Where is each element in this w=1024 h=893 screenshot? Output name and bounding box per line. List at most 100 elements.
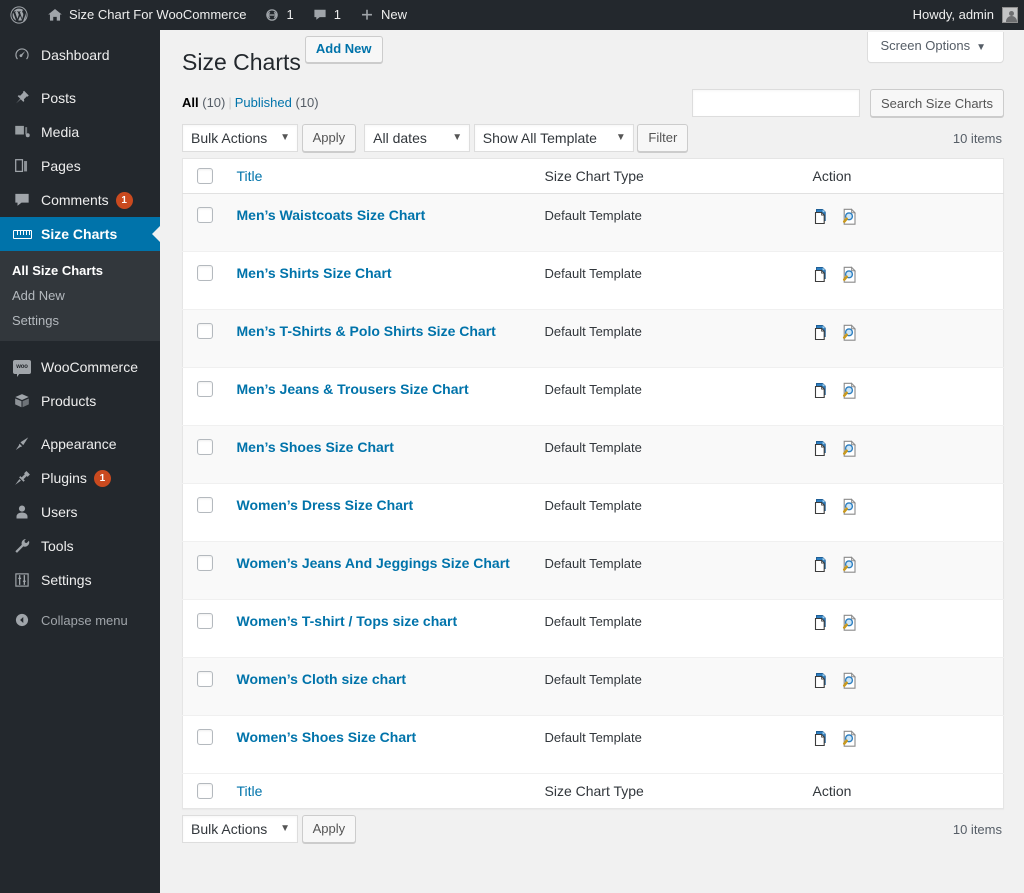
sidebar-item-pages[interactable]: Pages [0, 149, 160, 183]
row-checkbox[interactable] [197, 497, 213, 514]
duplicate-document-icon[interactable] [813, 497, 833, 517]
row-title-link[interactable]: Men’s Jeans & Trousers Size Chart [237, 380, 469, 399]
view-published-count: (10) [295, 95, 319, 110]
sidebar-item-tools[interactable]: Tools [0, 529, 160, 563]
collapse-arrow-icon [12, 612, 32, 628]
column-header-title-label[interactable]: Title [237, 168, 263, 184]
preview-document-icon[interactable] [840, 207, 860, 227]
row-checkbox[interactable] [197, 613, 213, 630]
row-checkbox[interactable] [197, 439, 213, 456]
template-filter-select[interactable]: Show All Template ▼ [473, 124, 634, 152]
row-title-link[interactable]: Women’s Cloth size chart [237, 670, 407, 689]
page-title: Size Charts [182, 49, 301, 75]
row-title-link[interactable]: Women’s T-shirt / Tops size chart [237, 612, 458, 631]
duplicate-document-icon[interactable] [813, 613, 833, 633]
updates-menu[interactable]: 1 [255, 0, 302, 30]
row-checkbox[interactable] [197, 207, 213, 224]
preview-document-icon[interactable] [840, 613, 860, 633]
submenu-item-add-new[interactable]: Add New [0, 283, 160, 308]
row-checkbox[interactable] [197, 729, 213, 746]
submenu-item-settings[interactable]: Settings [0, 308, 160, 333]
preview-document-icon[interactable] [840, 265, 860, 285]
filter-button[interactable]: Filter [637, 124, 689, 152]
sidebar-item-label: Plugins [41, 470, 87, 486]
row-title-cell: Women’s Jeans And Jeggings Size Chart [226, 541, 535, 601]
row-checkbox[interactable] [197, 265, 213, 282]
search-input[interactable] [692, 89, 861, 117]
apply-button-top[interactable]: Apply [301, 124, 357, 152]
duplicate-document-icon[interactable] [813, 729, 833, 749]
row-checkbox[interactable] [197, 381, 213, 398]
view-all-link[interactable]: All [182, 95, 199, 110]
preview-document-icon[interactable] [840, 729, 860, 749]
duplicate-document-icon[interactable] [813, 555, 833, 575]
view-published[interactable]: Published (10) [235, 95, 319, 110]
submenu-item-all-size-charts[interactable]: All Size Charts [0, 258, 160, 283]
collapse-menu-button[interactable]: Collapse menu [0, 603, 160, 637]
sidebar-item-dashboard[interactable]: Dashboard [0, 38, 160, 72]
paintbrush-icon [12, 434, 32, 454]
bulk-actions-group-top: Bulk Actions ▼ Apply [182, 124, 357, 152]
duplicate-document-icon[interactable] [813, 265, 833, 285]
sidebar-item-users[interactable]: Users [0, 495, 160, 529]
comments-menu[interactable]: 1 [303, 0, 350, 30]
row-title-link[interactable]: Women’s Jeans And Jeggings Size Chart [237, 554, 510, 573]
apply-button-bottom[interactable]: Apply [301, 815, 357, 844]
my-account-menu[interactable]: Howdy, admin [904, 0, 1024, 30]
row-title-link[interactable]: Women’s Dress Size Chart [237, 496, 414, 515]
row-checkbox[interactable] [197, 323, 213, 340]
duplicate-document-icon[interactable] [813, 381, 833, 401]
preview-document-icon[interactable] [840, 555, 860, 575]
search-submit-button[interactable]: Search Size Charts [870, 89, 1004, 117]
row-action-icons [813, 438, 994, 459]
duplicate-document-icon[interactable] [813, 207, 833, 227]
date-filter-select[interactable]: All dates ▼ [364, 124, 471, 152]
preview-document-icon[interactable] [840, 497, 860, 517]
row-action-icons [813, 496, 994, 517]
site-name-menu[interactable]: Size Chart For WooCommerce [38, 0, 255, 30]
sidebar-item-label: Comments [41, 192, 109, 208]
plus-icon [359, 7, 375, 23]
row-title-link[interactable]: Men’s T-Shirts & Polo Shirts Size Chart [237, 322, 496, 341]
row-title-link[interactable]: Men’s Shirts Size Chart [237, 264, 392, 283]
view-published-link[interactable]: Published [235, 95, 292, 110]
row-select-cell [182, 367, 227, 427]
column-header-title[interactable]: Title [226, 158, 535, 195]
preview-document-icon[interactable] [840, 381, 860, 401]
sidebar-separator [0, 341, 160, 350]
sidebar-item-size-charts[interactable]: Size Charts [0, 217, 160, 251]
row-title-link[interactable]: Women’s Shoes Size Chart [237, 728, 417, 747]
row-checkbox[interactable] [197, 555, 213, 572]
table-row: Men’s Waistcoats Size Chart Default Templ… [182, 193, 1004, 253]
select-all-checkbox-footer[interactable] [197, 783, 213, 800]
view-all[interactable]: All (10) | [182, 95, 235, 110]
wordpress-logo-button[interactable] [0, 0, 38, 30]
preview-document-icon[interactable] [840, 671, 860, 691]
sidebar-item-woocommerce[interactable]: woo WooCommerce [0, 350, 160, 384]
bulk-actions-select-top[interactable]: Bulk Actions ▼ [182, 124, 298, 152]
row-type-label: Default Template [544, 672, 642, 688]
sidebar-item-appearance[interactable]: Appearance [0, 427, 160, 461]
duplicate-document-icon[interactable] [813, 323, 833, 343]
sidebar-item-comments[interactable]: Comments 1 [0, 183, 160, 217]
preview-document-icon[interactable] [840, 439, 860, 459]
add-new-button[interactable]: Add New [304, 36, 383, 63]
column-header-action: Action [802, 158, 1004, 195]
sidebar-item-posts[interactable]: Posts [0, 81, 160, 115]
sidebar-item-settings[interactable]: Settings [0, 563, 160, 597]
select-all-checkbox[interactable] [197, 168, 213, 184]
row-title-link[interactable]: Men’s Shoes Size Chart [237, 438, 394, 457]
row-title-link[interactable]: Men’s Waistcoats Size Chart [237, 206, 426, 225]
row-checkbox[interactable] [197, 671, 213, 688]
column-footer-title-label[interactable]: Title [237, 783, 263, 799]
column-footer-title[interactable]: Title [226, 773, 535, 809]
new-content-menu[interactable]: New [350, 0, 416, 30]
sidebar-item-products[interactable]: Products [0, 384, 160, 418]
sidebar-item-plugins[interactable]: Plugins 1 [0, 461, 160, 495]
sidebar-item-media[interactable]: Media [0, 115, 160, 149]
row-type-cell: Default Template [534, 541, 803, 601]
duplicate-document-icon[interactable] [813, 439, 833, 459]
bulk-actions-select-bottom[interactable]: Bulk Actions ▼ [182, 815, 298, 844]
duplicate-document-icon[interactable] [813, 671, 833, 691]
preview-document-icon[interactable] [840, 323, 860, 343]
